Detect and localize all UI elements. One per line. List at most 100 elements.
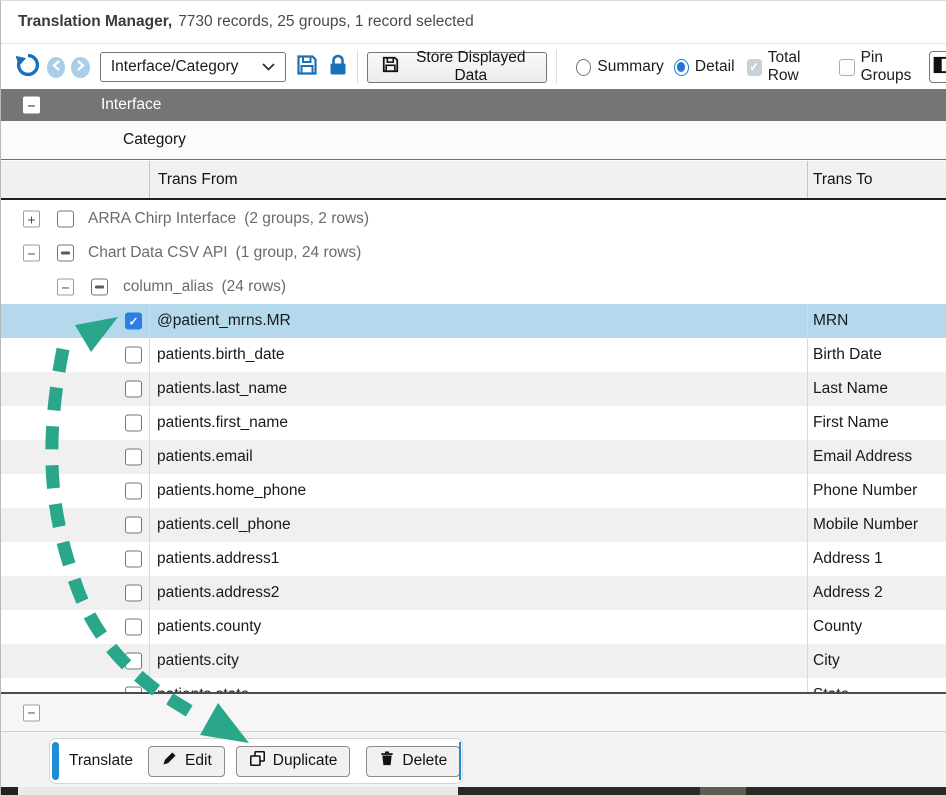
- cell-trans-to: City: [813, 652, 840, 670]
- column-divider: [149, 406, 150, 440]
- forward-button[interactable]: [71, 57, 89, 78]
- table-row[interactable]: patients.stateState: [1, 678, 946, 692]
- edit-button-label: Edit: [185, 752, 212, 770]
- group-accent-bar: [52, 742, 59, 780]
- undo-button[interactable]: [15, 54, 41, 80]
- total-row-checkbox[interactable]: ✓: [747, 59, 762, 76]
- trans-to-column-header[interactable]: Trans To: [813, 171, 872, 189]
- column-divider: [807, 678, 808, 692]
- duplicate-button[interactable]: Duplicate: [236, 746, 351, 777]
- row-checkbox[interactable]: [125, 551, 142, 568]
- table-row[interactable]: patients.county County: [1, 610, 946, 644]
- lock-button[interactable]: [328, 54, 348, 81]
- desktop-fragment: [700, 787, 746, 795]
- table-row[interactable]: patients.address2 Address 2: [1, 576, 946, 610]
- column-divider: [149, 474, 150, 508]
- store-button-label: Store Displayed Data: [408, 49, 533, 85]
- floppy-disk-icon: [381, 55, 400, 79]
- page-title: Translation Manager,: [18, 13, 172, 31]
- row-checkbox[interactable]: [125, 415, 142, 432]
- split-columns-icon: [933, 56, 946, 79]
- row-checkbox[interactable]: [125, 619, 142, 636]
- column-divider: [807, 372, 808, 406]
- group-row[interactable]: − column_alias(24 rows): [1, 270, 946, 304]
- column-divider: [807, 542, 808, 576]
- table-row[interactable]: patients.cell_phoneMobile Number: [1, 508, 946, 542]
- row-checkbox[interactable]: [125, 517, 142, 534]
- column-divider: [149, 508, 150, 542]
- save-button[interactable]: [295, 53, 319, 82]
- row-checkbox[interactable]: [125, 653, 142, 670]
- title-bar: Translation Manager, 7730 records, 25 gr…: [1, 1, 946, 44]
- cell-trans-to: MRN: [813, 312, 848, 330]
- cell-trans-from: patients.county: [157, 618, 261, 636]
- row-checkbox[interactable]: [125, 585, 142, 602]
- delete-button-label: Delete: [402, 752, 447, 770]
- row-checkbox[interactable]: [91, 279, 108, 296]
- table-row[interactable]: patients.birth_dateBirth Date: [1, 338, 946, 372]
- column-divider: [807, 576, 808, 610]
- detail-panel-header: −: [1, 694, 946, 732]
- desktop-fragment: [458, 787, 701, 795]
- row-checkbox[interactable]: [125, 347, 142, 364]
- cell-trans-from: patients.email: [157, 448, 253, 466]
- row-checkbox[interactable]: [125, 483, 142, 500]
- column-divider: [807, 474, 808, 508]
- column-header-row: Trans From Trans To: [1, 161, 946, 200]
- cell-trans-from: patients.last_name: [157, 380, 287, 398]
- cell-trans-to: County: [813, 618, 862, 636]
- cell-trans-from: patients.address1: [157, 550, 279, 568]
- column-divider: [807, 440, 808, 474]
- column-divider: [807, 406, 808, 440]
- lock-icon: [328, 54, 348, 81]
- table-row[interactable]: patients.emailEmail Address: [1, 440, 946, 474]
- row-checkbox[interactable]: [57, 245, 74, 262]
- category-group-header: Category: [1, 121, 946, 160]
- table-row[interactable]: patients.last_name Last Name: [1, 372, 946, 406]
- table-row[interactable]: patients.cityCity: [1, 644, 946, 678]
- toggle-columns-button[interactable]: [929, 51, 946, 83]
- cell-trans-to: Address 2: [813, 584, 883, 602]
- cell-trans-from: patients.address2: [157, 584, 279, 602]
- collapse-icon[interactable]: −: [23, 704, 40, 721]
- table-row[interactable]: ✓@patient_mrns.MRMRN: [1, 304, 946, 338]
- edit-button[interactable]: Edit: [148, 746, 225, 777]
- group-row[interactable]: +ARRA Chirp Interface(2 groups, 2 rows): [1, 202, 946, 236]
- toolbar-divider: [556, 50, 557, 84]
- expand-icon[interactable]: +: [23, 211, 40, 228]
- interface-group-header: − Interface: [1, 89, 946, 121]
- chevron-left-icon: [52, 58, 61, 76]
- collapse-icon[interactable]: −: [23, 97, 40, 114]
- toolbar-divider: [357, 50, 358, 84]
- delete-button[interactable]: Delete: [366, 746, 460, 777]
- group-label: column_alias(24 rows): [123, 278, 286, 296]
- table-row[interactable]: patients.home_phonePhone Number: [1, 474, 946, 508]
- collapse-icon[interactable]: −: [57, 279, 74, 296]
- store-displayed-data-button[interactable]: Store Displayed Data: [367, 52, 547, 83]
- row-checkbox[interactable]: [125, 381, 142, 398]
- back-button[interactable]: [47, 57, 65, 78]
- grouping-select[interactable]: Interface/Category: [100, 52, 287, 82]
- column-divider: [149, 576, 150, 610]
- row-checkbox[interactable]: ✓: [125, 313, 142, 330]
- table-row[interactable]: patients.address1Address 1: [1, 542, 946, 576]
- cell-trans-from: patients.birth_date: [157, 346, 285, 364]
- summary-radio[interactable]: [576, 59, 591, 76]
- column-divider: [149, 338, 150, 372]
- detail-radio[interactable]: [674, 59, 689, 76]
- floppy-disk-icon: [295, 53, 319, 82]
- trans-from-column-header[interactable]: Trans From: [158, 171, 238, 189]
- cell-trans-to: Last Name: [813, 380, 888, 398]
- collapse-icon[interactable]: −: [23, 245, 40, 262]
- column-divider: [149, 542, 150, 576]
- row-checkbox[interactable]: [57, 211, 74, 228]
- table-row[interactable]: patients.first_nameFirst Name: [1, 406, 946, 440]
- pin-groups-checkbox[interactable]: [839, 59, 854, 76]
- cell-trans-from: patients.first_name: [157, 414, 288, 432]
- column-divider: [149, 644, 150, 678]
- total-row-label: Total Row: [768, 49, 828, 85]
- row-checkbox[interactable]: [125, 449, 142, 466]
- group-accent-line: [459, 742, 461, 780]
- duplicate-button-label: Duplicate: [273, 752, 338, 770]
- group-row[interactable]: −Chart Data CSV API(1 group, 24 rows): [1, 236, 946, 270]
